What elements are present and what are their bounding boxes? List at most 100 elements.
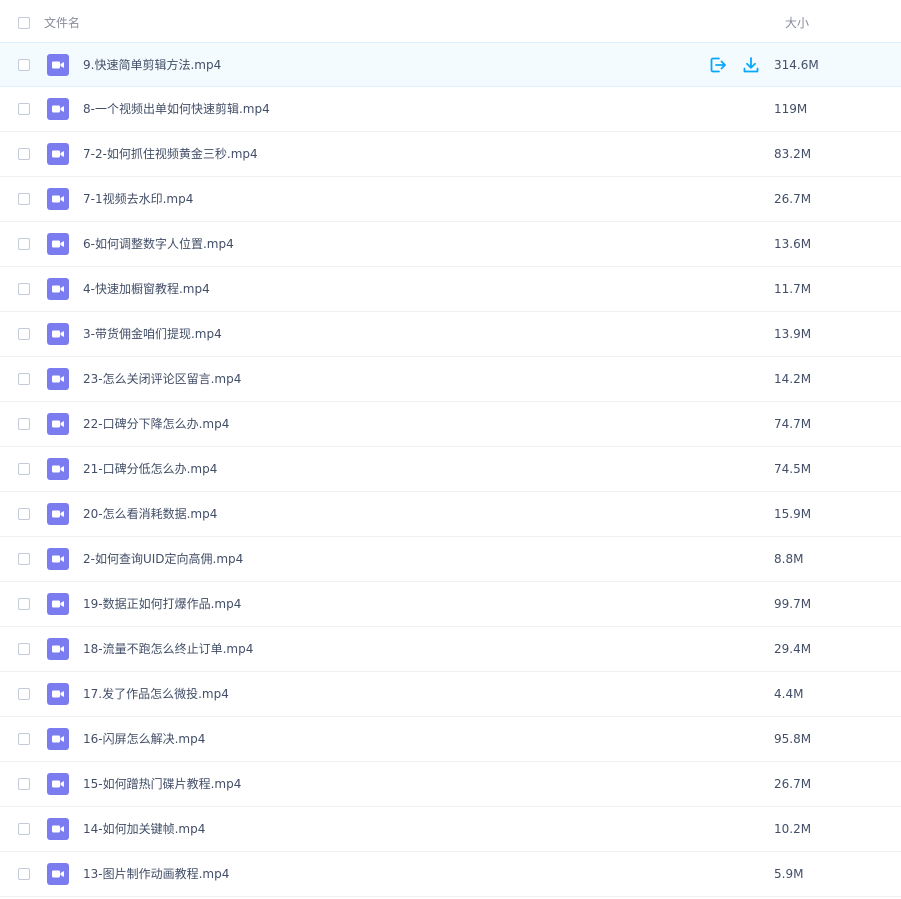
- row-checkbox[interactable]: [18, 328, 30, 340]
- video-file-icon: [47, 638, 69, 660]
- video-file-icon: [47, 278, 69, 300]
- file-size: 95.8M: [774, 732, 812, 746]
- share-icon[interactable]: [708, 55, 728, 75]
- file-row[interactable]: 23-怎么关闭评论区留言.mp4 14.2M: [0, 357, 901, 402]
- video-file-icon: [47, 98, 69, 120]
- file-rows: 9.快速简单剪辑方法.mp4 314.6M 8-一个视频出单如何快速剪辑.mp4…: [0, 42, 901, 897]
- file-row[interactable]: 8-一个视频出单如何快速剪辑.mp4 119M: [0, 87, 901, 132]
- file-size: 26.7M: [774, 777, 812, 791]
- file-size: 11.7M: [774, 282, 812, 296]
- video-file-icon: [47, 548, 69, 570]
- row-checkbox[interactable]: [18, 643, 30, 655]
- video-file-icon: [47, 593, 69, 615]
- video-file-icon: [47, 143, 69, 165]
- row-checkbox[interactable]: [18, 193, 30, 205]
- video-file-icon: [47, 233, 69, 255]
- video-file-icon: [47, 503, 69, 525]
- file-row[interactable]: 16-闪屏怎么解决.mp4 95.8M: [0, 717, 901, 762]
- file-name[interactable]: 16-闪屏怎么解决.mp4: [83, 731, 205, 747]
- file-name[interactable]: 21-口碑分低怎么办.mp4: [83, 461, 217, 477]
- file-name[interactable]: 19-数据正如何打爆作品.mp4: [83, 596, 241, 612]
- file-size: 8.8M: [774, 552, 804, 566]
- file-name[interactable]: 14-如何加关键帧.mp4: [83, 821, 205, 837]
- row-checkbox[interactable]: [18, 688, 30, 700]
- file-name[interactable]: 3-带货佣金咱们提现.mp4: [83, 326, 222, 342]
- row-checkbox[interactable]: [18, 103, 30, 115]
- file-size: 4.4M: [774, 687, 804, 701]
- video-file-icon: [47, 863, 69, 885]
- row-checkbox[interactable]: [18, 59, 30, 71]
- file-row[interactable]: 7-1视频去水印.mp4 26.7M: [0, 177, 901, 222]
- row-checkbox[interactable]: [18, 553, 30, 565]
- file-row[interactable]: 2-如何查询UID定向高佣.mp4 8.8M: [0, 537, 901, 582]
- video-file-icon: [47, 683, 69, 705]
- file-row[interactable]: 6-如何调整数字人位置.mp4 13.6M: [0, 222, 901, 267]
- file-row[interactable]: 21-口碑分低怎么办.mp4 74.5M: [0, 447, 901, 492]
- file-name[interactable]: 22-口碑分下降怎么办.mp4: [83, 416, 229, 432]
- file-row[interactable]: 3-带货佣金咱们提现.mp4 13.9M: [0, 312, 901, 357]
- file-row[interactable]: 17.发了作品怎么微投.mp4 4.4M: [0, 672, 901, 717]
- file-size: 10.2M: [774, 822, 812, 836]
- file-row[interactable]: 20-怎么看消耗数据.mp4 15.9M: [0, 492, 901, 537]
- file-name[interactable]: 15-如何蹭热门碟片教程.mp4: [83, 776, 241, 792]
- file-size: 74.7M: [774, 417, 812, 431]
- file-size: 314.6M: [774, 58, 819, 72]
- row-checkbox[interactable]: [18, 418, 30, 430]
- file-row[interactable]: 19-数据正如何打爆作品.mp4 99.7M: [0, 582, 901, 627]
- video-file-icon: [47, 728, 69, 750]
- file-row[interactable]: 14-如何加关键帧.mp4 10.2M: [0, 807, 901, 852]
- file-size: 99.7M: [774, 597, 812, 611]
- file-name[interactable]: 2-如何查询UID定向高佣.mp4: [83, 551, 243, 567]
- video-file-icon: [47, 773, 69, 795]
- column-header-name[interactable]: 文件名: [44, 15, 80, 31]
- row-checkbox[interactable]: [18, 283, 30, 295]
- file-row[interactable]: 13-图片制作动画教程.mp4 5.9M: [0, 852, 901, 897]
- file-row[interactable]: 18-流量不跑怎么终止订单.mp4 29.4M: [0, 627, 901, 672]
- row-checkbox[interactable]: [18, 508, 30, 520]
- video-file-icon: [47, 54, 69, 76]
- file-size: 119M: [774, 102, 808, 116]
- file-name[interactable]: 20-怎么看消耗数据.mp4: [83, 506, 217, 522]
- file-name[interactable]: 7-1视频去水印.mp4: [83, 191, 193, 207]
- file-size: 83.2M: [774, 147, 812, 161]
- file-row[interactable]: 15-如何蹭热门碟片教程.mp4 26.7M: [0, 762, 901, 807]
- file-row[interactable]: 4-快速加橱窗教程.mp4 11.7M: [0, 267, 901, 312]
- file-size: 29.4M: [774, 642, 812, 656]
- file-name[interactable]: 6-如何调整数字人位置.mp4: [83, 236, 234, 252]
- row-checkbox[interactable]: [18, 778, 30, 790]
- file-name[interactable]: 17.发了作品怎么微投.mp4: [83, 686, 229, 702]
- column-header-size[interactable]: 大小: [785, 15, 809, 31]
- file-size: 13.9M: [774, 327, 812, 341]
- file-size: 14.2M: [774, 372, 812, 386]
- file-name[interactable]: 23-怎么关闭评论区留言.mp4: [83, 371, 241, 387]
- row-checkbox[interactable]: [18, 598, 30, 610]
- file-size: 26.7M: [774, 192, 812, 206]
- file-size: 15.9M: [774, 507, 812, 521]
- row-checkbox[interactable]: [18, 373, 30, 385]
- video-file-icon: [47, 188, 69, 210]
- video-file-icon: [47, 818, 69, 840]
- file-name[interactable]: 4-快速加橱窗教程.mp4: [83, 281, 210, 297]
- row-checkbox[interactable]: [18, 463, 30, 475]
- row-checkbox[interactable]: [18, 733, 30, 745]
- file-name[interactable]: 13-图片制作动画教程.mp4: [83, 866, 229, 882]
- row-checkbox[interactable]: [18, 823, 30, 835]
- video-file-icon: [47, 323, 69, 345]
- select-all-checkbox[interactable]: [18, 17, 30, 29]
- file-name[interactable]: 7-2-如何抓住视频黄金三秒.mp4: [83, 146, 258, 162]
- file-name[interactable]: 9.快速简单剪辑方法.mp4: [83, 57, 221, 73]
- file-name[interactable]: 8-一个视频出单如何快速剪辑.mp4: [83, 101, 270, 117]
- row-checkbox[interactable]: [18, 868, 30, 880]
- file-row[interactable]: 7-2-如何抓住视频黄金三秒.mp4 83.2M: [0, 132, 901, 177]
- file-row[interactable]: 9.快速简单剪辑方法.mp4 314.6M: [0, 42, 901, 87]
- file-size: 74.5M: [774, 462, 812, 476]
- file-list-header: 文件名 大小: [0, 0, 901, 42]
- video-file-icon: [47, 368, 69, 390]
- file-name[interactable]: 18-流量不跑怎么终止订单.mp4: [83, 641, 253, 657]
- file-list: 文件名 大小 9.快速简单剪辑方法.mp4 314.6M 8-一个视频出单如何快…: [0, 0, 901, 899]
- row-checkbox[interactable]: [18, 148, 30, 160]
- row-checkbox[interactable]: [18, 238, 30, 250]
- file-row[interactable]: 22-口碑分下降怎么办.mp4 74.7M: [0, 402, 901, 447]
- video-file-icon: [47, 458, 69, 480]
- download-icon[interactable]: [741, 55, 761, 75]
